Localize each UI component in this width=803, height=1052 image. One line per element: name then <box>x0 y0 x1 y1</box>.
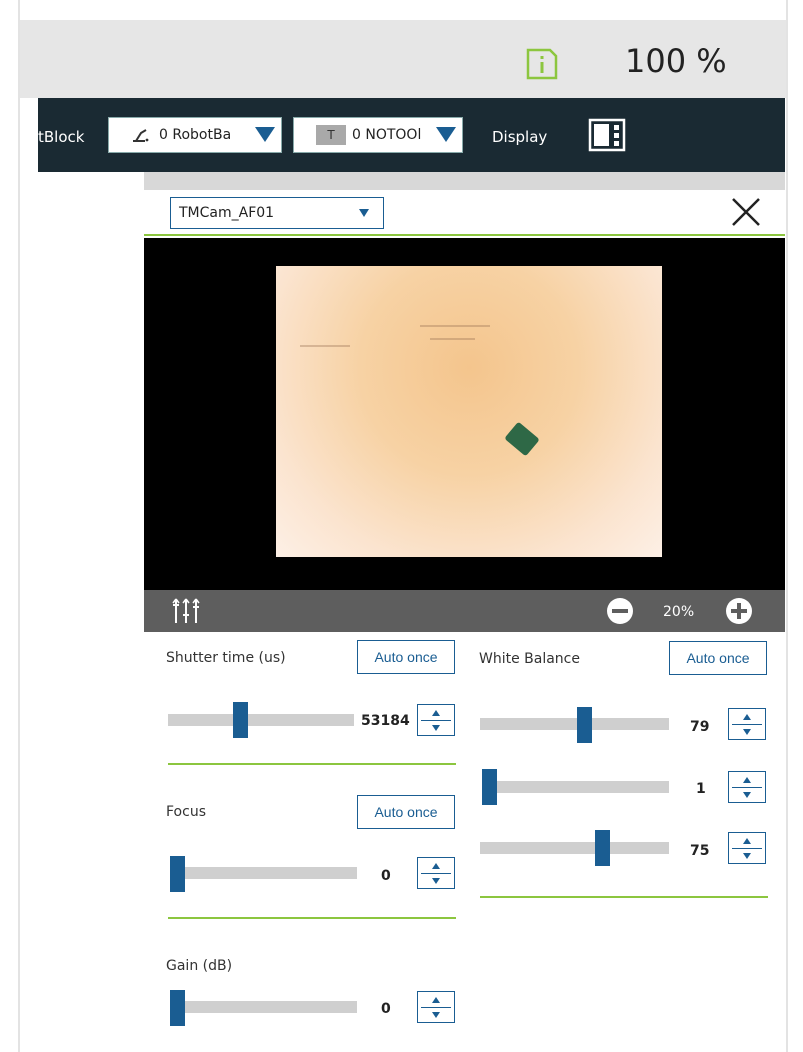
display-label[interactable]: Display <box>492 128 547 146</box>
focus-slider-thumb[interactable] <box>170 856 185 892</box>
white-balance-slider-thumb[interactable] <box>482 769 497 805</box>
white-balance-value: 1 <box>696 781 706 797</box>
white-balance-stepper[interactable] <box>728 771 766 803</box>
window-frame-left <box>18 0 20 1052</box>
white-balance-slider-thumb[interactable] <box>577 707 593 743</box>
panel-header-strip <box>144 172 785 190</box>
white-balance-slider-track[interactable] <box>480 842 669 854</box>
arrow-up-icon[interactable] <box>432 710 440 716</box>
layout-panel-icon[interactable] <box>588 118 626 152</box>
arrow-down-icon[interactable] <box>432 1012 440 1018</box>
white-balance-label: White Balance <box>479 651 580 667</box>
camera-image <box>276 266 662 557</box>
viewer-zoom-value: 20% <box>663 604 695 620</box>
focus-divider <box>168 917 456 919</box>
robot-base-dropdown[interactable]: 0 RobotBa <box>108 117 282 153</box>
focus-value: 0 <box>381 868 391 884</box>
gain-value: 0 <box>381 1001 391 1017</box>
shutter-stepper[interactable] <box>417 704 455 736</box>
info-document-icon[interactable] <box>525 48 559 80</box>
white-balance-value: 75 <box>690 843 710 859</box>
arrow-down-icon[interactable] <box>743 792 751 798</box>
arrow-up-icon[interactable] <box>743 838 751 844</box>
white-balance-slider-thumb[interactable] <box>594 830 610 866</box>
camera-select[interactable]: TMCam_AF01 <box>170 197 384 229</box>
white-balance-value: 79 <box>690 719 710 735</box>
arrow-up-icon[interactable] <box>432 863 440 869</box>
arrow-down-icon[interactable] <box>432 878 440 884</box>
focus-label: Focus <box>166 804 206 820</box>
close-icon[interactable] <box>728 194 764 230</box>
camera-select-value: TMCam_AF01 <box>179 205 275 221</box>
white-balance-slider-track[interactable] <box>480 718 669 730</box>
toolbar-block-label[interactable]: tBlock <box>38 128 84 146</box>
shutter-label: Shutter time (us) <box>166 650 286 666</box>
gain-slider-thumb[interactable] <box>170 990 185 1026</box>
zoom-out-icon[interactable] <box>606 597 634 625</box>
zoom-percent-text: 100 % <box>625 42 727 80</box>
gain-stepper[interactable] <box>417 991 455 1023</box>
sliders-icon[interactable] <box>170 597 206 625</box>
white-balance-auto-once-button[interactable]: Auto once <box>669 641 767 675</box>
robot-base-text: 0 RobotBa <box>159 127 232 143</box>
arrow-up-icon[interactable] <box>743 777 751 783</box>
white-balance-stepper[interactable] <box>728 708 766 740</box>
arrow-down-icon[interactable] <box>743 853 751 859</box>
chevron-down-icon <box>359 209 369 217</box>
shutter-divider <box>168 763 456 765</box>
focus-stepper[interactable] <box>417 857 455 889</box>
white-balance-divider <box>480 896 768 898</box>
robot-arm-icon <box>133 129 149 142</box>
image-smudge <box>420 325 490 327</box>
gain-label: Gain (dB) <box>166 958 233 974</box>
chevron-down-icon <box>255 127 275 142</box>
tool-badge: T <box>316 125 346 145</box>
zoom-in-icon[interactable] <box>725 597 753 625</box>
white-balance-stepper[interactable] <box>728 832 766 864</box>
arrow-up-icon[interactable] <box>743 714 751 720</box>
shutter-value: 53184 <box>361 713 410 729</box>
arrow-down-icon[interactable] <box>743 729 751 735</box>
tool-dropdown[interactable]: T 0 NOTOOl <box>293 117 463 153</box>
white-balance-slider-track[interactable] <box>482 781 669 793</box>
header-divider <box>144 234 785 236</box>
chevron-down-icon <box>436 127 456 142</box>
arrow-up-icon[interactable] <box>432 997 440 1003</box>
focus-slider-track[interactable] <box>170 867 357 879</box>
shutter-auto-once-button[interactable]: Auto once <box>357 640 455 674</box>
shutter-slider-track[interactable] <box>168 714 354 726</box>
image-smudge <box>430 338 475 340</box>
tool-text: 0 NOTOOl <box>352 127 422 143</box>
gain-slider-track[interactable] <box>170 1001 357 1013</box>
window-frame-right <box>786 0 788 1052</box>
image-smudge <box>300 345 350 347</box>
focus-auto-once-button[interactable]: Auto once <box>357 795 455 829</box>
arrow-down-icon[interactable] <box>432 725 440 731</box>
shutter-slider-thumb[interactable] <box>232 702 248 738</box>
